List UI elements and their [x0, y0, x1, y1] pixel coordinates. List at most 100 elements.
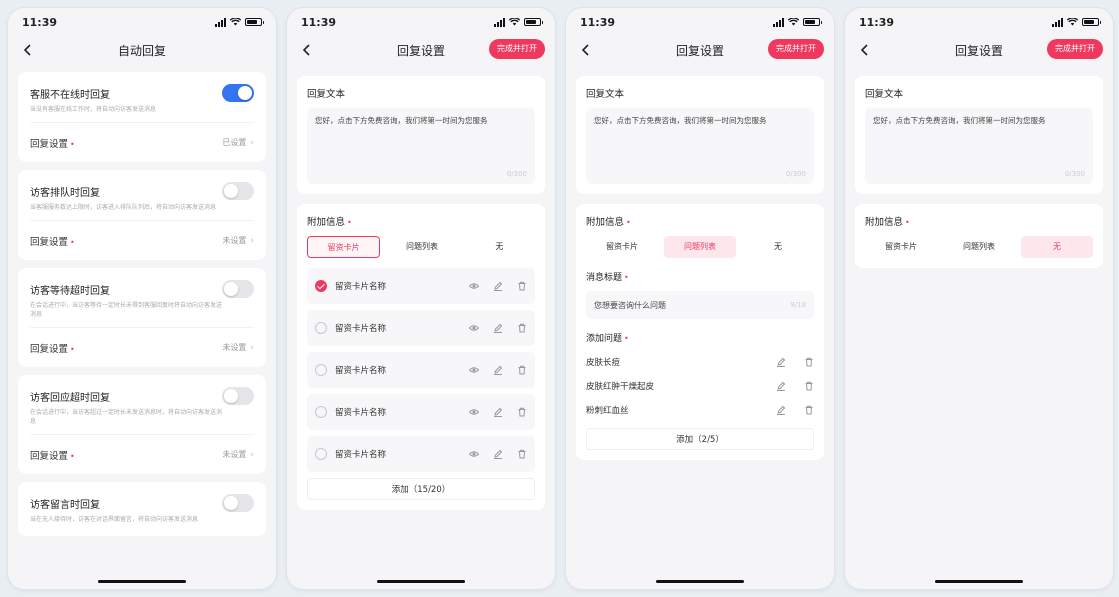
section-title: 访客回应超时回复: [30, 392, 110, 404]
card-name: 留资卡片名称: [335, 450, 387, 460]
eye-icon[interactable]: [469, 407, 479, 417]
pencil-icon[interactable]: [776, 381, 786, 391]
wait-timeout-toggle[interactable]: [222, 280, 254, 298]
trash-icon[interactable]: [517, 281, 527, 291]
eye-icon[interactable]: [469, 323, 479, 333]
eye-icon[interactable]: [469, 281, 479, 291]
reply-text-label: 回复文本: [586, 89, 625, 100]
message-title-input[interactable]: 您想要咨询什么问题 9/18: [586, 291, 814, 319]
list-item[interactable]: 留资卡片名称: [307, 352, 535, 388]
signal-icon: [215, 17, 226, 27]
reply-text-input[interactable]: 您好，点击下方免费咨询，我们将第一时间为您服务 0/300: [586, 108, 814, 184]
done-and-open-button[interactable]: 完成并打开: [489, 39, 545, 59]
wifi-icon: [230, 18, 241, 26]
battery-icon: [1082, 18, 1101, 26]
radio-unchecked[interactable]: [315, 406, 327, 418]
eye-icon[interactable]: [469, 449, 479, 459]
wifi-icon: [1067, 18, 1078, 26]
option-lead-card[interactable]: 留资卡片: [865, 236, 937, 258]
trash-icon[interactable]: [517, 365, 527, 375]
option-lead-card[interactable]: 留资卡片: [307, 236, 381, 258]
reply-text-input[interactable]: 您好，点击下方免费咨询，我们将第一时间为您服务 0/300: [307, 108, 535, 184]
option-none[interactable]: 无: [464, 236, 535, 258]
radio-checked[interactable]: [315, 280, 327, 292]
option-none[interactable]: 无: [742, 236, 814, 258]
reply-setting-row[interactable]: 回复设置 • 未设置 ›: [30, 327, 254, 367]
wifi-icon: [509, 18, 520, 26]
pencil-icon[interactable]: [493, 407, 503, 417]
required-mark: •: [70, 237, 75, 247]
message-title-value: 您想要咨询什么问题: [594, 300, 666, 310]
option-question-list[interactable]: 问题列表: [943, 236, 1015, 258]
reply-section-wait-timeout: 访客等待超时回复 在会话进行中，当访客等待一定时长未得到客服回复时将自动向访客发…: [18, 268, 266, 367]
done-and-open-button[interactable]: 完成并打开: [1047, 39, 1103, 59]
reply-text-card: 回复文本 您好，点击下方免费咨询，我们将第一时间为您服务 0/300: [576, 76, 824, 194]
required-mark: •: [624, 334, 629, 343]
chevron-left-icon[interactable]: [578, 42, 594, 58]
status-icons: [773, 17, 822, 27]
pencil-icon[interactable]: [493, 323, 503, 333]
row-label: 回复设置: [30, 138, 69, 150]
trash-icon[interactable]: [804, 357, 814, 367]
add-question-button[interactable]: 添加（2/5）: [586, 428, 814, 450]
row-label: 回复设置: [30, 236, 69, 248]
status-time: 11:39: [859, 15, 895, 29]
nav-bar: 自动回复: [8, 36, 276, 64]
reply-setting-row[interactable]: 回复设置 • 已设置 ›: [30, 122, 254, 162]
trash-icon[interactable]: [804, 405, 814, 415]
trash-icon[interactable]: [517, 323, 527, 333]
pencil-icon[interactable]: [493, 365, 503, 375]
response-timeout-toggle[interactable]: [222, 387, 254, 405]
trash-icon[interactable]: [517, 449, 527, 459]
queue-reply-toggle[interactable]: [222, 182, 254, 200]
reply-setting-row[interactable]: 回复设置 • 未设置 ›: [30, 434, 254, 474]
page-title: 自动回复: [117, 43, 166, 58]
pencil-icon[interactable]: [776, 405, 786, 415]
extra-info-label: 附加信息: [586, 217, 625, 228]
char-counter: 0/300: [506, 170, 527, 178]
chevron-left-icon[interactable]: [299, 42, 315, 58]
radio-unchecked[interactable]: [315, 364, 327, 376]
pencil-icon[interactable]: [493, 281, 503, 291]
pencil-icon[interactable]: [776, 357, 786, 367]
list-item[interactable]: 留资卡片名称: [307, 310, 535, 346]
section-desc: 在会话进行中，当访客等待一定时长未得到客服回复时将自动向访客发送消息: [30, 302, 223, 318]
card-name: 留资卡片名称: [335, 408, 387, 418]
chevron-left-icon[interactable]: [857, 42, 873, 58]
trash-icon[interactable]: [804, 381, 814, 391]
page-title: 回复设置: [954, 43, 1003, 58]
eye-icon[interactable]: [469, 365, 479, 375]
done-and-open-button[interactable]: 完成并打开: [768, 39, 824, 59]
char-counter: 9/18: [790, 301, 806, 309]
list-item[interactable]: 留资卡片名称: [307, 436, 535, 472]
option-lead-card[interactable]: 留资卡片: [586, 236, 658, 258]
option-none[interactable]: 无: [1021, 236, 1093, 258]
section-desc: 在会话进行中，当访客超过一定时长未发送消息时，将自动向访客发送消息: [30, 409, 223, 425]
leave-message-toggle[interactable]: [222, 494, 254, 512]
pencil-icon[interactable]: [493, 449, 503, 459]
extra-info-card: 附加信息 • 留资卡片 问题列表 无 留资卡片名称 留资卡片名称 留资卡片名称 留…: [297, 204, 545, 510]
extra-info-label: 附加信息: [307, 217, 346, 228]
status-time: 11:39: [301, 15, 337, 29]
required-mark: •: [70, 344, 75, 354]
reply-text-input[interactable]: 您好，点击下方免费咨询，我们将第一时间为您服务 0/300: [865, 108, 1093, 184]
chevron-left-icon[interactable]: [20, 42, 36, 58]
option-question-list[interactable]: 问题列表: [386, 236, 457, 258]
status-icons: [494, 17, 543, 27]
extra-info-card: 附加信息 • 留资卡片 问题列表 无 消息标题 • 您想要咨询什么问题 9/18 添…: [576, 204, 824, 460]
radio-unchecked[interactable]: [315, 322, 327, 334]
list-item[interactable]: 留资卡片名称: [307, 394, 535, 430]
nav-bar: 回复设置 完成并打开: [566, 36, 834, 64]
reply-setting-row[interactable]: 回复设置 • 未设置 ›: [30, 220, 254, 260]
section-title: 访客排队时回复: [30, 187, 100, 199]
status-icons: [215, 17, 264, 27]
section-desc: 当没有客服在线工作时，将自动向访客发送消息: [30, 106, 157, 113]
question-text: 粉刺红血丝: [586, 406, 629, 416]
section-title: 客服不在线时回复: [30, 89, 110, 101]
list-item[interactable]: 留资卡片名称: [307, 268, 535, 304]
trash-icon[interactable]: [517, 407, 527, 417]
offline-reply-toggle[interactable]: [222, 84, 254, 102]
option-question-list[interactable]: 问题列表: [664, 236, 736, 258]
add-card-button[interactable]: 添加（15/20）: [307, 478, 535, 500]
radio-unchecked[interactable]: [315, 448, 327, 460]
